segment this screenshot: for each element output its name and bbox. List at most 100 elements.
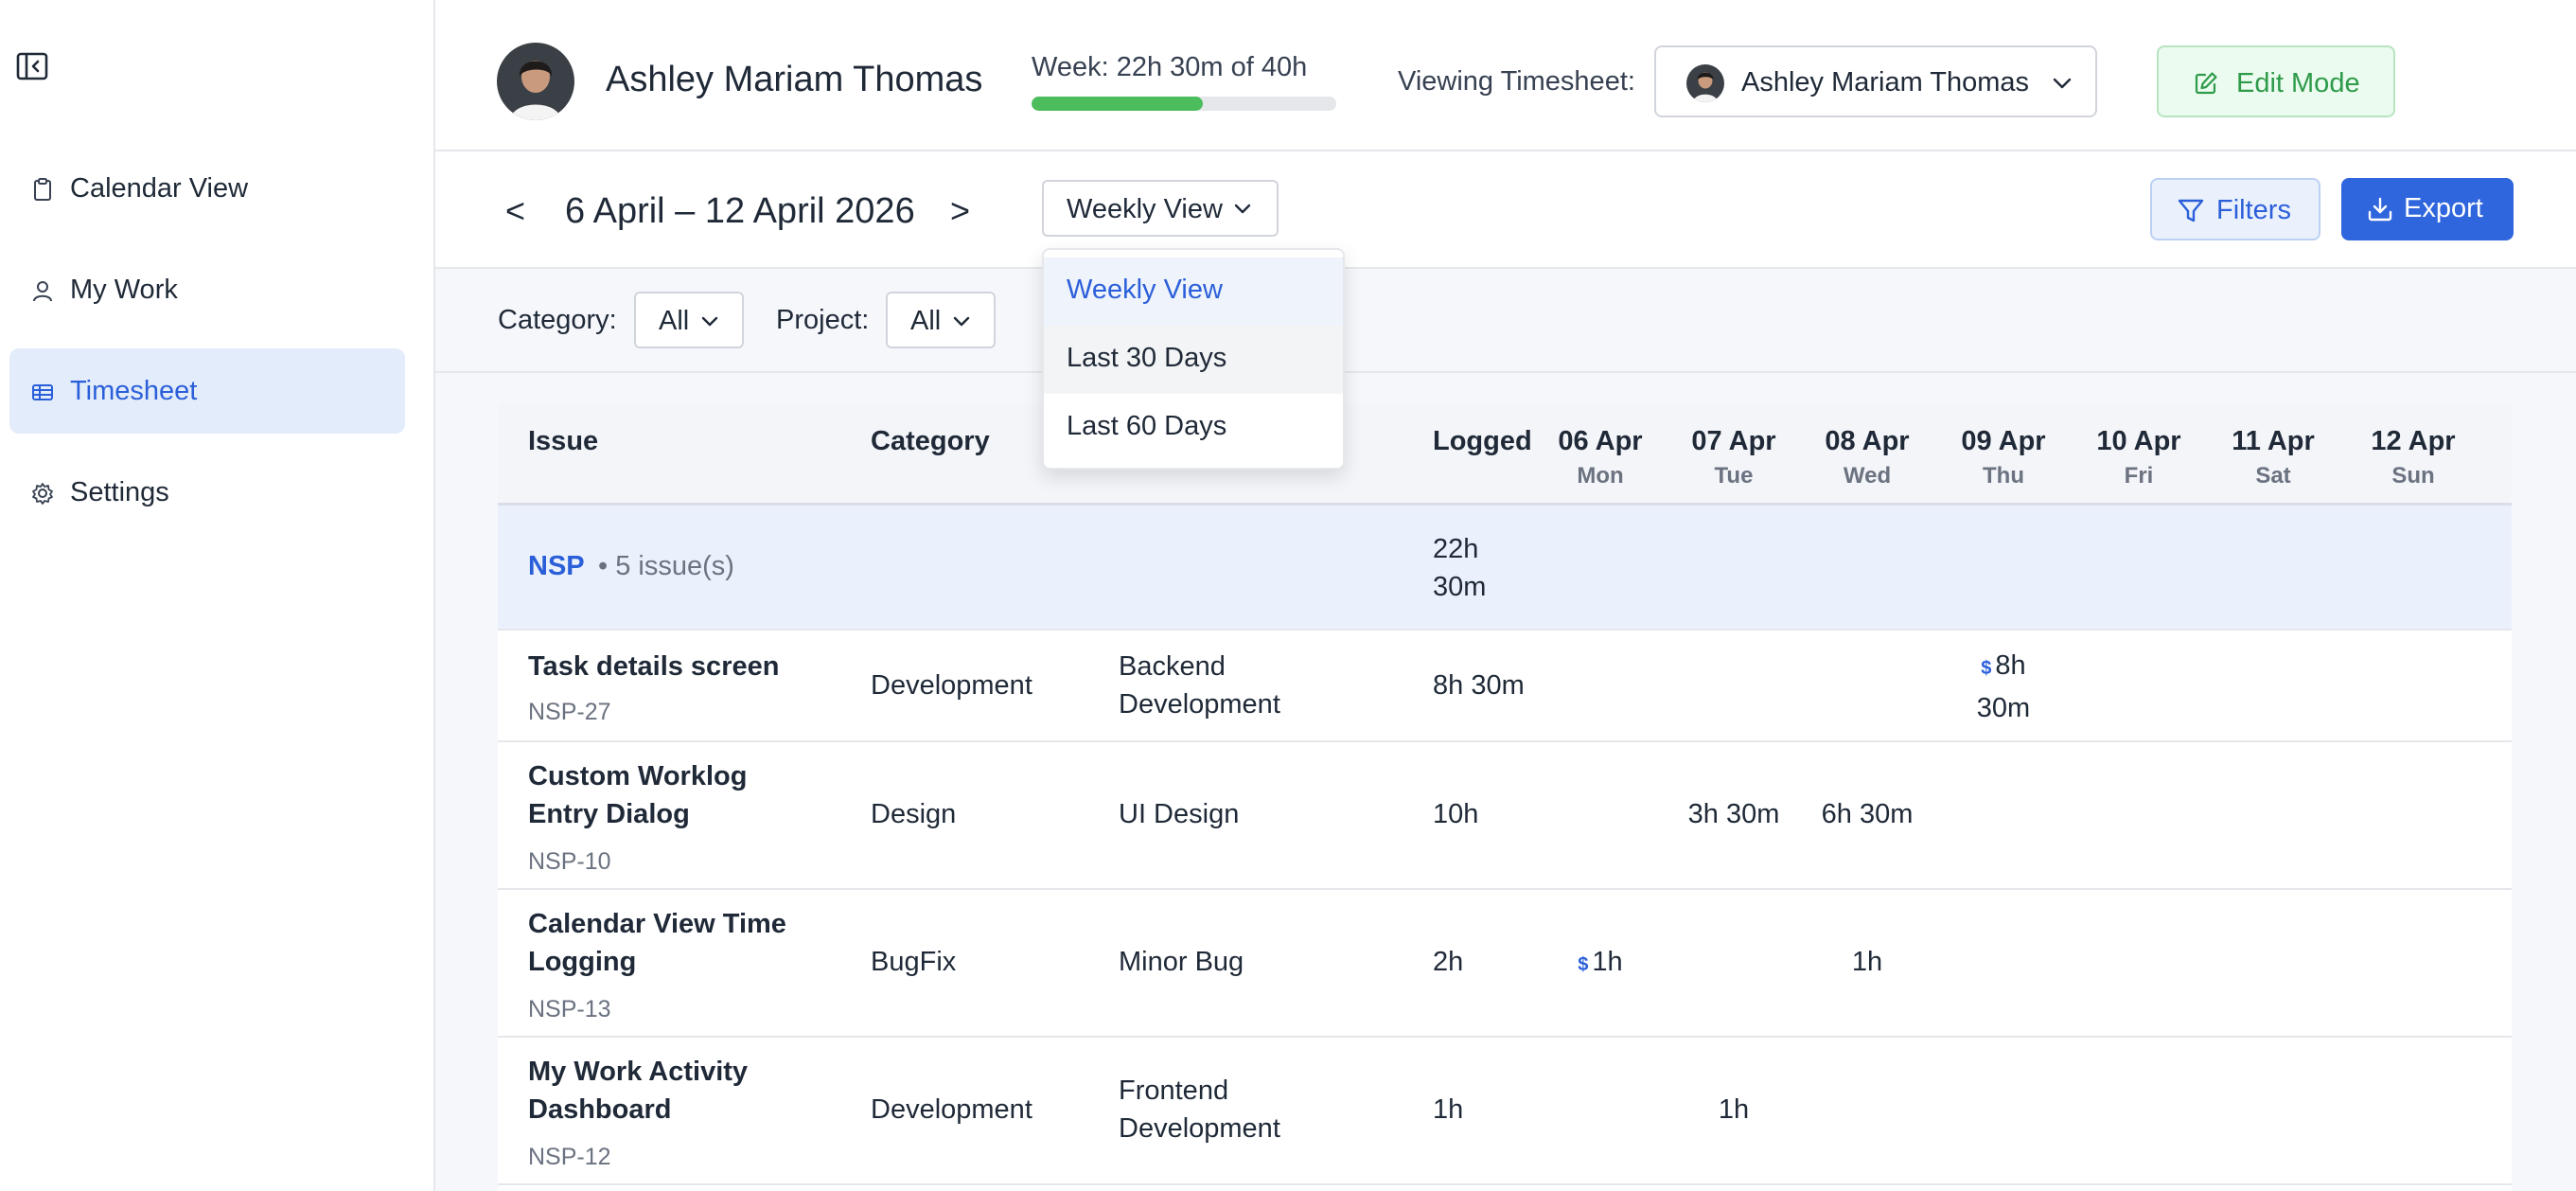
day-header: 10 Apr Fri <box>2096 426 2181 489</box>
column-header-logged: Logged <box>1433 426 1532 456</box>
week-progress-label: Week: 22h 30m of 40h <box>1032 52 1308 82</box>
billable-icon: $ <box>1981 658 1992 679</box>
view-mode-select[interactable]: Weekly View <box>1042 180 1279 237</box>
timesheet-table: Issue Category Logged 06 Apr Mon 07 Apr Tu… <box>498 403 2512 1191</box>
user-name: Ashley Mariam Thomas <box>606 60 983 99</box>
day-header: 08 Apr Wed <box>1825 426 1910 489</box>
date-range: 6 April – 12 April 2026 <box>565 191 915 231</box>
category-filter-label: Category: <box>498 305 617 335</box>
project-group-count: • 5 issue(s) <box>598 551 734 581</box>
day-cell[interactable]: $1h <box>1544 942 1657 985</box>
next-week-button[interactable]: > <box>950 191 970 231</box>
sidebar-item-label: Settings <box>70 476 169 507</box>
issue-title[interactable]: Task details screen <box>528 648 812 685</box>
table-row[interactable]: Calendar View Time Logging NSP-13 BugFix… <box>498 890 2512 1038</box>
sidebar-collapse-icon[interactable] <box>15 49 49 83</box>
issue-subcategory: Backend Development <box>1119 651 1280 720</box>
project-group-row[interactable]: NSP • 5 issue(s) 22h 30m <box>498 506 2512 631</box>
issue-title[interactable]: Calendar View Time Logging <box>528 905 812 981</box>
viewing-user-value: Ashley Mariam Thomas <box>1741 67 2030 98</box>
table-row[interactable]: My Work Activity Dashboard NSP-12 Develo… <box>498 1038 2512 1185</box>
issue-key: NSP-12 <box>528 1144 611 1170</box>
sidebar-item-label: Timesheet <box>70 375 198 406</box>
issue-subcategory: UI Design <box>1119 799 1240 829</box>
day-cell[interactable]: 6h 30m <box>1810 794 1924 834</box>
issue-logged: 1h <box>1433 1094 1464 1125</box>
column-header-category: Category <box>871 426 990 456</box>
sidebar: Calendar View My Work Timesheet Settings <box>0 0 435 1191</box>
issue-title[interactable]: Custom Worklog Entry Dialog <box>528 757 812 833</box>
day-cell[interactable]: $8h 30m <box>1961 646 2046 728</box>
project-group-logged: 22h 30m <box>1433 534 1487 602</box>
sidebar-item-calendar-view[interactable]: Calendar View <box>9 146 405 231</box>
filters-button[interactable]: Filters <box>2150 178 2320 240</box>
avatar <box>1686 64 1724 102</box>
clipboard-icon <box>30 177 55 202</box>
table-row[interactable]: Task details screen NSP-27 Development B… <box>498 631 2512 742</box>
avatar <box>497 43 574 120</box>
week-progress-bar <box>1032 97 1336 111</box>
day-header: 11 Apr Sat <box>2232 426 2315 489</box>
header: Ashley Mariam Thomas Week: 22h 30m of 40… <box>435 0 2576 151</box>
sidebar-item-label: Calendar View <box>70 172 249 204</box>
issue-logged: 10h <box>1433 799 1479 829</box>
previous-week-button[interactable]: < <box>505 191 525 231</box>
issue-key: NSP-10 <box>528 848 611 875</box>
issue-key: NSP-13 <box>528 996 611 1022</box>
chevron-down-icon <box>700 315 719 329</box>
edit-mode-button[interactable]: Edit Mode <box>2157 45 2395 117</box>
category-filter-value: All <box>659 306 690 336</box>
week-progress-fill <box>1032 97 1204 111</box>
view-option-last-60-days[interactable]: Last 60 Days <box>1044 394 1343 462</box>
day-cell[interactable]: 1h <box>1677 1090 1791 1129</box>
issue-category: BugFix <box>871 947 957 977</box>
issue-logged: 8h 30m <box>1433 670 1525 701</box>
table-header: Issue Category Logged 06 Apr Mon 07 Apr Tu… <box>498 403 2512 506</box>
export-label: Export <box>2404 193 2483 223</box>
sidebar-item-timesheet[interactable]: Timesheet <box>9 348 405 434</box>
issue-subcategory: Minor Bug <box>1119 947 1244 977</box>
filter-bar: Category: All Project: All <box>435 269 2576 373</box>
issue-subcategory: Frontend Development <box>1119 1075 1280 1144</box>
day-header: 12 Apr Sun <box>2371 426 2456 489</box>
table-row[interactable]: Custom Worklog Entry Dialog NSP-10 Desig… <box>498 742 2512 890</box>
viewing-timesheet-label: Viewing Timesheet: <box>1398 66 1635 97</box>
day-cell[interactable]: 1h <box>1810 942 1924 982</box>
table-icon <box>30 380 55 404</box>
day-header: 07 Apr Tue <box>1691 426 1776 489</box>
day-cell[interactable]: 3h 30m <box>1677 794 1791 834</box>
view-mode-value: Weekly View <box>1067 194 1223 224</box>
view-option-weekly[interactable]: Weekly View <box>1044 258 1343 326</box>
issue-key: NSP-27 <box>528 699 611 725</box>
billable-icon: $ <box>1578 954 1589 975</box>
project-filter-label: Project: <box>776 305 870 335</box>
view-mode-dropdown: Weekly View Last 30 Days Last 60 Days <box>1042 248 1345 470</box>
chevron-down-icon <box>952 315 971 329</box>
sidebar-item-label: My Work <box>70 274 178 305</box>
export-button[interactable]: Export <box>2341 178 2514 240</box>
issue-category: Development <box>871 670 1032 701</box>
day-header: 06 Apr Mon <box>1558 426 1643 489</box>
day-header: 09 Apr Thu <box>1961 426 2046 489</box>
viewing-user-select[interactable]: Ashley Mariam Thomas <box>1654 45 2097 117</box>
issue-category: Development <box>871 1094 1032 1125</box>
project-group-name[interactable]: NSP <box>528 551 585 582</box>
project-filter-select[interactable]: All <box>886 292 996 348</box>
filter-icon <box>2177 197 2205 225</box>
category-filter-select[interactable]: All <box>634 292 744 348</box>
timesheet-content: Issue Category Logged 06 Apr Mon 07 Apr Tu… <box>435 373 2576 1191</box>
issue-title[interactable]: My Work Activity Dashboard <box>528 1053 812 1129</box>
issue-logged: 2h <box>1433 947 1464 977</box>
issue-category: Design <box>871 799 957 829</box>
column-header-issue: Issue <box>528 426 599 456</box>
edit-mode-label: Edit Mode <box>2236 68 2360 98</box>
download-icon <box>2366 195 2394 223</box>
toolbar: < 6 April – 12 April 2026 > Weekly View … <box>435 151 2576 269</box>
view-option-last-30-days[interactable]: Last 30 Days <box>1044 326 1343 394</box>
user-icon <box>30 278 55 303</box>
filters-label: Filters <box>2216 195 2291 225</box>
sidebar-item-settings[interactable]: Settings <box>9 450 405 535</box>
sidebar-item-my-work[interactable]: My Work <box>9 247 405 332</box>
project-filter-value: All <box>910 306 942 336</box>
gear-icon <box>30 481 55 506</box>
